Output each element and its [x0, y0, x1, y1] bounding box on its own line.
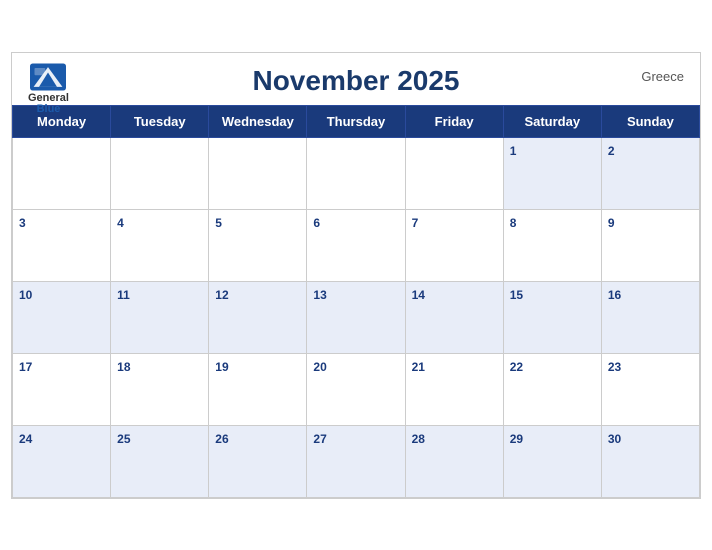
- calendar-week-row: 10 11 12 13 14 15 16: [13, 281, 700, 353]
- calendar-week-row: 3 4 5 6 7 8 9: [13, 209, 700, 281]
- col-thursday: Thursday: [307, 105, 405, 137]
- day-number: 22: [510, 360, 523, 374]
- day-number: 10: [19, 288, 32, 302]
- calendar-cell: 12: [209, 281, 307, 353]
- day-number: 12: [215, 288, 228, 302]
- day-number: 8: [510, 216, 517, 230]
- calendar-cell: 10: [13, 281, 111, 353]
- calendar-cell: 29: [503, 425, 601, 497]
- calendar-cell: 6: [307, 209, 405, 281]
- day-number: 24: [19, 432, 32, 446]
- calendar-cell: 15: [503, 281, 601, 353]
- day-number: 28: [412, 432, 425, 446]
- logo: General Blue: [28, 63, 69, 115]
- day-number: 14: [412, 288, 425, 302]
- col-friday: Friday: [405, 105, 503, 137]
- calendar-cell: 25: [111, 425, 209, 497]
- calendar-cell: 2: [601, 137, 699, 209]
- calendar-cell: 9: [601, 209, 699, 281]
- calendar-cell: 11: [111, 281, 209, 353]
- calendar-header-row: Monday Tuesday Wednesday Thursday Friday…: [13, 105, 700, 137]
- day-number: 15: [510, 288, 523, 302]
- calendar-cell: 16: [601, 281, 699, 353]
- logo-general-text: General: [28, 93, 69, 104]
- calendar-cell: 20: [307, 353, 405, 425]
- calendar-cell: 7: [405, 209, 503, 281]
- calendar-cell: 1: [503, 137, 601, 209]
- day-number: 23: [608, 360, 621, 374]
- day-number: 25: [117, 432, 130, 446]
- calendar-table: Monday Tuesday Wednesday Thursday Friday…: [12, 105, 700, 498]
- day-number: 2: [608, 144, 615, 158]
- calendar-week-row: 17 18 19 20 21 22 23: [13, 353, 700, 425]
- calendar-cell: 19: [209, 353, 307, 425]
- day-number: 3: [19, 216, 26, 230]
- calendar-title: November 2025: [252, 65, 459, 97]
- day-number: 19: [215, 360, 228, 374]
- calendar-cell: [13, 137, 111, 209]
- day-number: 4: [117, 216, 124, 230]
- day-number: 20: [313, 360, 326, 374]
- calendar-cell: 23: [601, 353, 699, 425]
- calendar-cell: 30: [601, 425, 699, 497]
- calendar-container: General Blue November 2025 Greece Monday…: [11, 52, 701, 499]
- col-saturday: Saturday: [503, 105, 601, 137]
- day-number: 11: [117, 288, 130, 302]
- calendar-cell: 5: [209, 209, 307, 281]
- calendar-cell: 22: [503, 353, 601, 425]
- calendar-cell: 17: [13, 353, 111, 425]
- day-number: 16: [608, 288, 621, 302]
- day-number: 5: [215, 216, 222, 230]
- calendar-cell: 4: [111, 209, 209, 281]
- calendar-cell: 8: [503, 209, 601, 281]
- calendar-cell: 26: [209, 425, 307, 497]
- col-tuesday: Tuesday: [111, 105, 209, 137]
- country-label: Greece: [641, 69, 684, 84]
- day-number: 27: [313, 432, 326, 446]
- calendar-cell: [209, 137, 307, 209]
- calendar-week-row: 24 25 26 27 28 29 30: [13, 425, 700, 497]
- calendar-cell: 24: [13, 425, 111, 497]
- logo-blue-text: Blue: [37, 104, 61, 115]
- calendar-body: 1234567891011121314151617181920212223242…: [13, 137, 700, 497]
- generalblue-logo-icon: [30, 63, 66, 91]
- calendar-cell: 14: [405, 281, 503, 353]
- day-number: 6: [313, 216, 320, 230]
- calendar-cell: 3: [13, 209, 111, 281]
- day-number: 13: [313, 288, 326, 302]
- day-number: 21: [412, 360, 425, 374]
- calendar-cell: 21: [405, 353, 503, 425]
- day-number: 26: [215, 432, 228, 446]
- calendar-cell: 13: [307, 281, 405, 353]
- day-number: 9: [608, 216, 615, 230]
- day-number: 1: [510, 144, 517, 158]
- calendar-header: General Blue November 2025 Greece: [12, 53, 700, 105]
- calendar-cell: [405, 137, 503, 209]
- day-number: 18: [117, 360, 130, 374]
- calendar-cell: [307, 137, 405, 209]
- col-wednesday: Wednesday: [209, 105, 307, 137]
- calendar-cell: 28: [405, 425, 503, 497]
- col-sunday: Sunday: [601, 105, 699, 137]
- calendar-cell: 18: [111, 353, 209, 425]
- day-number: 29: [510, 432, 523, 446]
- calendar-cell: 27: [307, 425, 405, 497]
- calendar-cell: [111, 137, 209, 209]
- calendar-week-row: 12: [13, 137, 700, 209]
- day-number: 7: [412, 216, 419, 230]
- day-number: 17: [19, 360, 32, 374]
- day-number: 30: [608, 432, 621, 446]
